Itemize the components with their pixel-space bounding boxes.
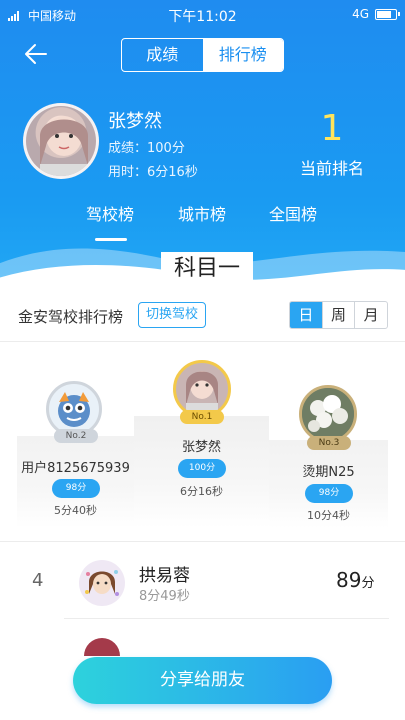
list-item-rank: 4 (32, 570, 44, 591)
school-leaderboard-title: 金安驾校排行榜 (18, 308, 124, 326)
third-place-badge: No.3 (307, 436, 351, 450)
first-place-badge: No.1 (180, 410, 224, 424)
tab-national[interactable]: 全国榜 (269, 201, 317, 225)
period-selector: 日 周 月 (289, 301, 388, 329)
switch-school-button[interactable]: 切换驾校 (138, 302, 206, 328)
current-rank-label: 当前排名 (299, 159, 364, 178)
list-item-score-value: 89 (336, 568, 362, 592)
second-place-score: 98分 (52, 479, 100, 498)
tab-school[interactable]: 驾校榜 (86, 201, 134, 225)
first-place-score: 100分 (178, 459, 226, 478)
divider (0, 341, 405, 342)
status-bar: 中国移动 下午11:02 4G (0, 0, 405, 28)
user-score: 成绩：100分 (108, 141, 185, 156)
segment-score[interactable]: 成绩 (122, 39, 203, 71)
second-place-name: 用户8125675939 (21, 461, 130, 476)
rank-tabs: 驾校榜 城市榜 全国榜 (0, 201, 405, 241)
tab-city[interactable]: 城市榜 (178, 201, 226, 225)
list-item-score-unit: 分 (361, 576, 375, 591)
period-month[interactable]: 月 (354, 302, 387, 328)
list-item-name: 拱易蓉 (139, 566, 190, 586)
third-place-time: 10分4秒 (307, 509, 350, 522)
third-place-name: 烫期N25 (302, 465, 355, 480)
period-week[interactable]: 周 (321, 302, 355, 328)
first-place-name: 张梦然 (181, 440, 221, 455)
battery-icon (375, 8, 400, 20)
current-rank-number: 1 (320, 108, 344, 149)
subject-title: 科目一 (161, 252, 253, 286)
user-time: 用时：6分16秒 (108, 165, 198, 180)
network-type: 4G (352, 7, 369, 21)
clock: 下午11:02 (168, 9, 237, 25)
segment-leaderboard[interactable]: 排行榜 (202, 39, 283, 71)
divider (64, 618, 389, 619)
third-place-avatar (299, 385, 357, 443)
tab-active-indicator (95, 238, 127, 241)
share-button[interactable]: 分享给朋友 (73, 657, 332, 704)
view-segment: 成绩 排行榜 (121, 38, 284, 72)
user-name: 张梦然 (108, 111, 162, 132)
list-item[interactable]: 4 拱易蓉 8分49秒 89分 (0, 550, 405, 616)
next-row-avatar-peek (84, 638, 120, 656)
divider (0, 541, 405, 542)
second-place-badge: No.2 (54, 429, 98, 443)
user-avatar (23, 103, 99, 179)
list-item-time: 8分49秒 (139, 589, 190, 604)
first-place-time: 6分16秒 (180, 485, 223, 498)
school-bar: 金安驾校排行榜 切换驾校 日 周 月 (0, 298, 405, 338)
second-place-time: 5分40秒 (54, 504, 97, 517)
back-arrow-icon[interactable] (22, 40, 50, 68)
third-place-score: 98分 (305, 484, 353, 503)
list-item-avatar (79, 560, 125, 606)
period-day[interactable]: 日 (290, 302, 322, 328)
list-item-score: 89分 (336, 568, 374, 592)
